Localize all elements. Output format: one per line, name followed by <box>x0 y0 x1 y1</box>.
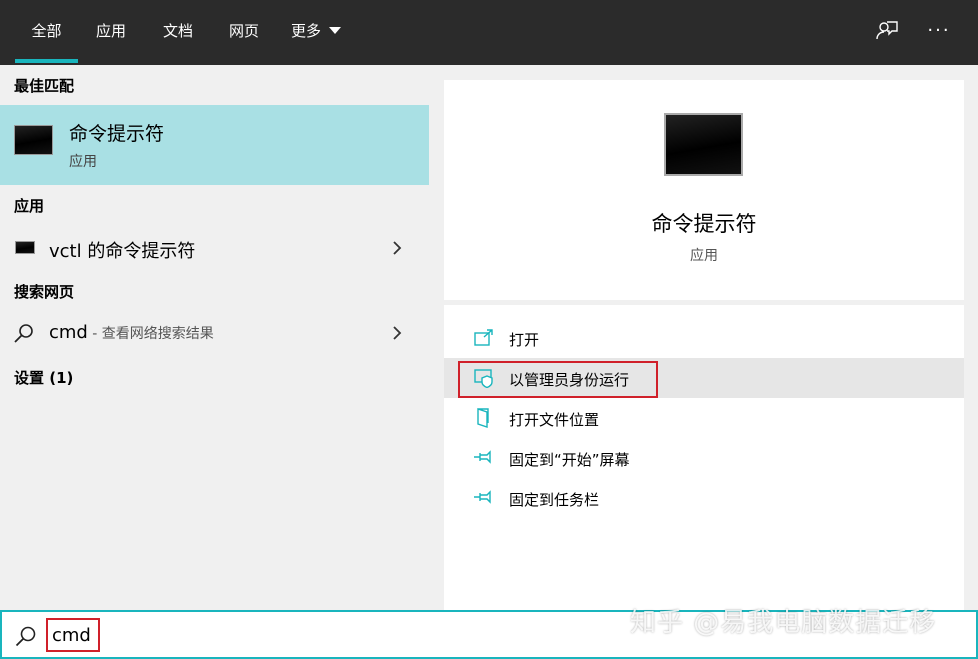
action-pin-to-start-label: 固定到“开始”屏幕 <box>509 451 630 469</box>
pin-icon <box>474 490 491 504</box>
tab-all[interactable]: 全部 <box>15 0 78 65</box>
web-result-text: cmd - 查看网络搜索结果 <box>49 322 214 343</box>
chevron-right-icon[interactable] <box>392 325 402 341</box>
tab-apps[interactable]: 应用 <box>85 0 137 65</box>
caret-down-icon <box>329 27 342 34</box>
best-match-title: 命令提示符 <box>69 123 165 145</box>
folder-icon <box>477 408 489 428</box>
open-icon <box>474 329 493 346</box>
command-prompt-icon <box>14 125 53 155</box>
action-run-as-admin[interactable]: 以管理员身份运行 <box>444 358 964 398</box>
tab-web[interactable]: 网页 <box>218 0 270 65</box>
apps-header: 应用 <box>14 197 45 215</box>
top-tab-bar: 全部 应用 文档 网页 更多 ··· <box>0 0 978 65</box>
tab-documents[interactable]: 文档 <box>152 0 204 65</box>
settings-header[interactable]: 设置 (1) <box>14 367 73 388</box>
best-match-header: 最佳匹配 <box>14 77 75 95</box>
app-result-label: vctl 的命令提示符 <box>49 241 196 262</box>
preview-card: 命令提示符 应用 <box>444 80 964 300</box>
action-open-label: 打开 <box>509 331 540 349</box>
results-pane: 最佳匹配 命令提示符 应用 应用 vctl 的命令提示符 搜索网页 cmd - … <box>0 65 430 612</box>
shield-icon <box>474 369 493 388</box>
web-result-cmd[interactable]: cmd - 查看网络搜索结果 <box>0 313 430 353</box>
web-result-query: cmd <box>49 322 88 343</box>
details-pane: 命令提示符 应用 打开 以管理员身份运行 打开文件位置 固定到“开始”屏幕 固定… <box>444 80 964 610</box>
action-open-file-location[interactable]: 打开文件位置 <box>444 398 964 438</box>
action-open-file-location-label: 打开文件位置 <box>509 411 600 429</box>
actions-list: 打开 以管理员身份运行 打开文件位置 固定到“开始”屏幕 固定到任务栏 <box>444 305 964 610</box>
preview-subtitle: 应用 <box>690 248 718 264</box>
command-prompt-small-icon <box>15 241 35 254</box>
app-result-vctl[interactable]: vctl 的命令提示符 <box>0 228 430 268</box>
best-match-subtitle: 应用 <box>69 154 97 170</box>
watermark: 知乎 @易我电脑数据迁移 <box>630 608 937 638</box>
action-pin-to-taskbar[interactable]: 固定到任务栏 <box>444 478 964 518</box>
chevron-right-icon[interactable] <box>392 240 402 256</box>
search-icon <box>14 324 33 343</box>
command-prompt-large-icon <box>664 113 743 176</box>
action-run-as-admin-label: 以管理员身份运行 <box>509 371 630 389</box>
preview-title: 命令提示符 <box>651 212 757 236</box>
best-match-item[interactable]: 命令提示符 应用 <box>0 105 429 185</box>
action-pin-to-taskbar-label: 固定到任务栏 <box>509 491 600 509</box>
web-search-header: 搜索网页 <box>14 283 75 301</box>
pin-icon <box>474 450 491 464</box>
search-icon <box>15 626 36 647</box>
feedback-icon[interactable] <box>874 18 900 44</box>
tab-more[interactable]: 更多 <box>283 0 353 65</box>
tab-more-label: 更多 <box>291 22 322 40</box>
action-open[interactable]: 打开 <box>444 318 964 358</box>
search-input[interactable] <box>46 618 100 652</box>
web-result-suffix: - 查看网络搜索结果 <box>87 326 214 342</box>
more-options-icon[interactable]: ··· <box>926 18 952 44</box>
action-pin-to-start[interactable]: 固定到“开始”屏幕 <box>444 438 964 478</box>
